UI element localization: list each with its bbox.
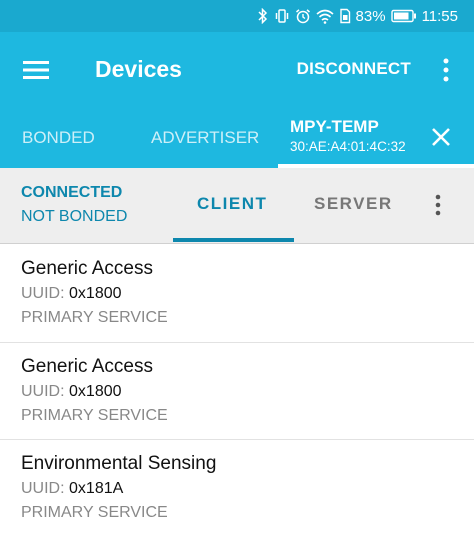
uuid-value: 0x1800 <box>69 382 122 400</box>
connection-state: CONNECTED <box>21 184 123 201</box>
service-name: Environmental Sensing <box>21 453 217 474</box>
alarm-icon <box>295 8 311 24</box>
list-item[interactable]: Generic Access UUID: 0x1800 PRIMARY SERV… <box>0 343 474 440</box>
service-type: PRIMARY SERVICE <box>21 309 168 326</box>
clock: 11:55 <box>421 7 458 25</box>
service-uuid: UUID: 0x181A <box>21 477 474 501</box>
service-name: Generic Access <box>21 355 153 377</box>
status-icons: 83% 11:55 <box>257 0 458 32</box>
device-tab-bar: BONDED ADVERTISER MPY-TEMP 30:AE:A4:01:4… <box>0 108 474 168</box>
page-title: Devices <box>95 56 182 82</box>
service-list: Generic Access UUID: 0x1800 PRIMARY SERV… <box>0 245 474 533</box>
disconnect-button[interactable]: DISCONNECT <box>297 59 411 79</box>
bluetooth-icon <box>257 8 269 24</box>
uuid-label: UUID: <box>21 285 65 302</box>
status-bar: 83% 11:55 <box>0 0 474 32</box>
service-type: PRIMARY SERVICE <box>21 504 168 521</box>
vibrate-icon <box>274 8 290 24</box>
sim-icon <box>339 8 351 24</box>
list-item[interactable]: Generic Access UUID: 0x1800 PRIMARY SERV… <box>0 245 474 343</box>
connection-panel: CONNECTED NOT BONDED CLIENT SERVER <box>0 168 474 244</box>
close-icon[interactable] <box>426 122 456 152</box>
service-uuid: UUID: 0x1800 <box>21 282 474 306</box>
device-name: MPY-TEMP <box>290 117 379 136</box>
service-name: Generic Access <box>21 258 153 279</box>
uuid-label: UUID: <box>21 382 65 400</box>
uuid-label: UUID: <box>21 480 65 497</box>
more-vert-icon[interactable] <box>438 56 454 84</box>
tab-device[interactable]: MPY-TEMP 30:AE:A4:01:4C:32 <box>290 116 406 156</box>
app-bar: Devices DISCONNECT <box>0 32 474 108</box>
client-tab-indicator <box>173 238 294 242</box>
more-vert-icon[interactable] <box>432 192 444 218</box>
uuid-value: 0x1800 <box>69 285 122 302</box>
hamburger-menu-icon[interactable] <box>16 54 56 86</box>
service-uuid: UUID: 0x1800 <box>21 380 474 404</box>
tab-client[interactable]: CLIENT <box>197 194 267 214</box>
wifi-icon <box>316 8 334 24</box>
battery-percent: 83% <box>355 7 386 25</box>
device-address: 30:AE:A4:01:4C:32 <box>290 139 406 154</box>
bond-state: NOT BONDED <box>21 208 128 225</box>
tab-advertiser[interactable]: ADVERTISER <box>151 108 259 168</box>
tab-bonded[interactable]: BONDED <box>22 108 95 168</box>
service-type: PRIMARY SERVICE <box>21 406 168 424</box>
uuid-value: 0x181A <box>69 480 124 497</box>
battery-icon <box>390 9 417 23</box>
list-item[interactable]: Environmental Sensing UUID: 0x181A PRIMA… <box>0 440 474 533</box>
tab-server[interactable]: SERVER <box>314 194 393 214</box>
